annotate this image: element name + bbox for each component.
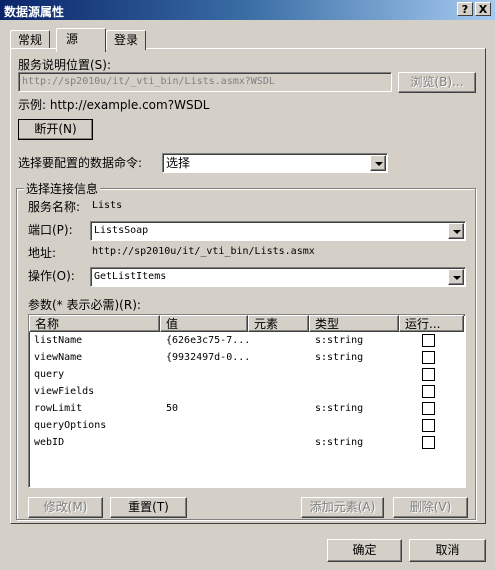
chevron-down-icon[interactable] [370, 155, 386, 171]
service-name-value: Lists [92, 200, 123, 211]
params-label: 参数(* 表示必需)(R): [28, 298, 141, 312]
cancel-button[interactable]: 取消 [409, 539, 486, 562]
table-row[interactable]: queryOptions [29, 418, 465, 435]
param-runtime-checkbox[interactable] [422, 419, 435, 432]
column-header-type[interactable]: 类型 [309, 315, 399, 332]
data-command-label: 选择要配置的数据命令: [18, 156, 143, 170]
param-name: listName [34, 335, 83, 346]
param-type: s:string [315, 352, 364, 363]
param-runtime-checkbox[interactable] [422, 368, 435, 381]
disconnect-button[interactable]: 断开(N) [18, 119, 93, 140]
column-header-value[interactable]: 值 [160, 315, 248, 332]
param-value: {9932497d-0... [166, 352, 248, 363]
param-name: viewFields [34, 386, 95, 397]
column-header-element[interactable]: 元素 [248, 315, 309, 332]
table-row[interactable]: query [29, 367, 465, 384]
window-title: 数据源属性 [4, 5, 65, 19]
service-name-label: 服务名称: [28, 200, 81, 214]
param-name: rowLimit [34, 403, 83, 414]
reset-button[interactable]: 重置(T) [110, 497, 187, 518]
help-button[interactable]: ? [457, 2, 473, 16]
param-runtime-checkbox[interactable] [422, 402, 435, 415]
table-row[interactable]: viewName {9932497d-0... s:string [29, 350, 465, 367]
param-name: viewName [34, 352, 83, 363]
table-row[interactable]: listName {626e3c75-7... s:string [29, 333, 465, 350]
data-command-value: 选择 [166, 156, 191, 170]
param-name: queryOptions [34, 420, 107, 431]
operation-select[interactable]: GetListItems [90, 267, 466, 287]
param-name: webID [34, 437, 65, 448]
help-icon: ? [461, 3, 469, 16]
column-header-name[interactable]: 名称 [29, 315, 160, 332]
param-value: 50 [166, 403, 179, 414]
close-button[interactable]: X [475, 2, 491, 16]
add-element-button[interactable]: 添加元素(A) [301, 497, 384, 518]
column-header-run[interactable]: 运行... [399, 315, 464, 332]
connection-info-label: 选择连接信息 [24, 180, 101, 197]
chevron-down-icon[interactable] [448, 223, 464, 239]
modify-button[interactable]: 修改(M) [28, 497, 103, 518]
tab-login[interactable]: 登录 [106, 30, 147, 50]
operation-label: 操作(O): [28, 269, 75, 283]
tab-general[interactable]: 常规 [10, 30, 51, 50]
params-list[interactable]: 名称 值 元素 类型 运行... listName {626e3c75-7...… [28, 314, 466, 488]
param-value: {626e3c75-7... [166, 335, 248, 346]
address-label: 地址: [28, 246, 57, 260]
example-text: 示例: http://example.com?WSDL [18, 98, 210, 112]
table-row[interactable]: rowLimit 50 s:string [29, 401, 465, 418]
chevron-down-icon[interactable] [448, 269, 464, 285]
param-runtime-checkbox[interactable] [422, 334, 435, 347]
title-bar: 数据源属性 ? X [0, 0, 495, 20]
param-name: query [34, 369, 65, 380]
tab-source[interactable]: 源 [56, 28, 106, 52]
param-runtime-checkbox[interactable] [422, 436, 435, 449]
port-value: ListsSoap [94, 225, 149, 236]
tab-source-label: 源 [66, 32, 79, 46]
param-type: s:string [315, 437, 364, 448]
data-command-select[interactable]: 选择 [162, 153, 388, 173]
close-icon: X [478, 3, 488, 16]
browse-button[interactable]: 浏览(B)... [398, 72, 476, 93]
delete-button[interactable]: 删除(V) [393, 497, 468, 518]
param-runtime-checkbox[interactable] [422, 385, 435, 398]
ok-button[interactable]: 确定 [327, 539, 402, 562]
service-location-input[interactable]: http://sp2010u/it/_vti_bin/Lists.asmx?WS… [18, 72, 392, 92]
param-type: s:string [315, 335, 364, 346]
table-row[interactable]: viewFields [29, 384, 465, 401]
service-location-label: 服务说明位置(S): [18, 58, 112, 72]
port-select[interactable]: ListsSoap [90, 221, 466, 241]
param-type: s:string [315, 403, 364, 414]
operation-value: GetListItems [94, 271, 167, 282]
table-row[interactable]: webID s:string [29, 435, 465, 452]
address-value: http://sp2010u/it/_vti_bin/Lists.asmx [92, 246, 315, 257]
port-label: 端口(P): [28, 223, 73, 237]
param-runtime-checkbox[interactable] [422, 351, 435, 364]
